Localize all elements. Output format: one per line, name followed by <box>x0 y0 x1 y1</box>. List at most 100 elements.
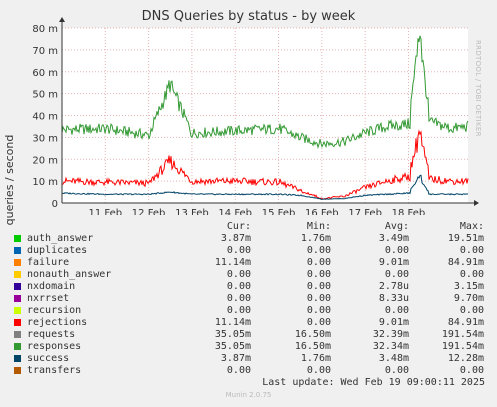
legend-avg: 0.00 <box>384 365 409 376</box>
legend-max: 0.00 <box>459 245 484 256</box>
legend-cur: 0.00 <box>226 305 251 316</box>
legend-swatch <box>14 355 21 362</box>
legend-cur: 35.05m <box>214 341 251 352</box>
legend-name: failure <box>27 257 70 268</box>
legend-avg: 3.49m <box>378 233 409 244</box>
legend-max: 191.54m <box>441 329 484 340</box>
munin-version: Munin 2.0.75 <box>225 391 272 399</box>
legend-swatch <box>14 319 21 326</box>
y-tick-label: 40 m <box>32 112 58 123</box>
x-tick-label: 18 Feb <box>392 208 426 215</box>
legend-avg: 9.01m <box>378 257 409 268</box>
legend-name: requests <box>27 329 76 340</box>
legend-cur: 0.00 <box>226 365 251 376</box>
legend-swatch <box>14 235 21 242</box>
legend-max: 191.54m <box>441 341 484 352</box>
legend-avg: 2.78u <box>378 281 409 292</box>
x-tick-label: 17 Feb <box>348 208 382 215</box>
legend-header-min: Min: <box>306 221 331 232</box>
legend-swatch <box>14 343 21 350</box>
legend-cur: 11.14m <box>214 317 251 328</box>
x-axis-arrow-icon <box>474 200 479 206</box>
legend-max: 0.00 <box>459 269 484 280</box>
legend-swatch <box>14 307 21 314</box>
y-tick-label: 60 m <box>32 68 58 79</box>
legend-min: 16.50m <box>294 341 331 352</box>
y-axis-arrow-icon <box>59 17 65 22</box>
legend-row-failure: failure 11.14m 0.00 9.01m 84.91m <box>14 257 494 269</box>
legend-name: recursion <box>27 305 82 316</box>
legend-row-success: success 3.87m 1.76m 3.48m 12.28m <box>14 353 494 365</box>
legend-name: responses <box>27 341 82 352</box>
legend-min: 0.00 <box>306 305 331 316</box>
legend-cur: 0.00 <box>226 269 251 280</box>
last-update: Last update: Wed Feb 19 09:00:11 2025 <box>262 377 485 388</box>
legend-header: Cur: Min: Avg: Max: <box>14 221 494 233</box>
y-tick-label: 50 m <box>32 90 58 101</box>
y-tick-label: 10 m <box>32 177 58 188</box>
legend-avg: 32.34m <box>372 341 409 352</box>
y-tick-label: 30 m <box>32 133 58 144</box>
legend-swatch <box>14 271 21 278</box>
legend-min: 1.76m <box>300 233 331 244</box>
legend-cur: 35.05m <box>214 329 251 340</box>
legend-avg: 0.00 <box>384 305 409 316</box>
legend-cur: 3.87m <box>220 233 251 244</box>
legend-max: 9.70m <box>453 293 484 304</box>
y-tick-label: 0 <box>52 199 58 210</box>
legend-swatch <box>14 247 21 254</box>
legend-max: 84.91m <box>447 257 484 268</box>
y-tick-label: 80 m <box>32 24 58 35</box>
legend-swatch <box>14 331 21 338</box>
x-tick-label: 13 Feb <box>175 208 209 215</box>
legend-min: 0.00 <box>306 257 331 268</box>
x-tick-label: 16 Feb <box>305 208 339 215</box>
legend-cur: 3.87m <box>220 353 251 364</box>
legend-min: 0.00 <box>306 269 331 280</box>
x-tick-label: 15 Feb <box>262 208 296 215</box>
legend-name: nxrrset <box>27 293 70 304</box>
legend-header-max: Max: <box>459 221 484 232</box>
legend-row-transfers: transfers 0.00 0.00 0.00 0.00 <box>14 365 494 377</box>
y-tick-label: 20 m <box>32 155 58 166</box>
legend-min: 0.00 <box>306 245 331 256</box>
legend-row-requests: requests 35.05m 16.50m 32.39m 191.54m <box>14 329 494 341</box>
legend-cur: 0.00 <box>226 245 251 256</box>
legend-name: transfers <box>27 365 82 376</box>
legend-min: 0.00 <box>306 365 331 376</box>
y-tick-label: 70 m <box>32 46 58 57</box>
legend-max: 12.28m <box>447 353 484 364</box>
legend-header-avg: Avg: <box>384 221 409 232</box>
legend-name: success <box>27 353 70 364</box>
legend-name: auth_answer <box>27 233 94 244</box>
legend-swatch <box>14 283 21 290</box>
legend-swatch <box>14 295 21 302</box>
legend-avg: 8.33u <box>378 293 409 304</box>
legend-swatch <box>14 367 21 374</box>
legend-cur: 11.14m <box>214 257 251 268</box>
legend-row-rejections: rejections 11.14m 0.00 9.01m 84.91m <box>14 317 494 329</box>
legend-name: duplicates <box>27 245 88 256</box>
legend-avg: 3.48m <box>378 353 409 364</box>
legend-max: 0.00 <box>459 305 484 316</box>
legend-cur: 0.00 <box>226 293 251 304</box>
legend-swatch <box>14 259 21 266</box>
legend-row-recursion: recursion 0.00 0.00 0.00 0.00 <box>14 305 494 317</box>
legend-name: rejections <box>27 317 88 328</box>
chart-plot: 0 10 m 20 m 30 m 40 m 50 m 60 m 70 m 80 m 11 Feb 1… <box>32 17 479 215</box>
legend-row-nxdomain: nxdomain 0.00 0.00 2.78u 3.15m <box>14 281 494 293</box>
legend-min: 0.00 <box>306 281 331 292</box>
x-tick-label: 14 Feb <box>218 208 252 215</box>
legend-min: 16.50m <box>294 329 331 340</box>
x-tick-label: 12 Feb <box>132 208 166 215</box>
legend-name: nonauth_answer <box>27 269 112 280</box>
legend-row-responses: responses 35.05m 16.50m 32.34m 191.54m <box>14 341 494 353</box>
legend-avg: 0.00 <box>384 269 409 280</box>
legend-row-nxrrset: nxrrset 0.00 0.00 8.33u 9.70m <box>14 293 494 305</box>
legend-header-cur: Cur: <box>226 221 251 232</box>
x-tick-label: 11 Feb <box>89 208 123 215</box>
legend-avg: 0.00 <box>384 245 409 256</box>
legend-max: 19.51m <box>447 233 484 244</box>
legend-max: 84.91m <box>447 317 484 328</box>
legend-max: 0.00 <box>459 365 484 376</box>
